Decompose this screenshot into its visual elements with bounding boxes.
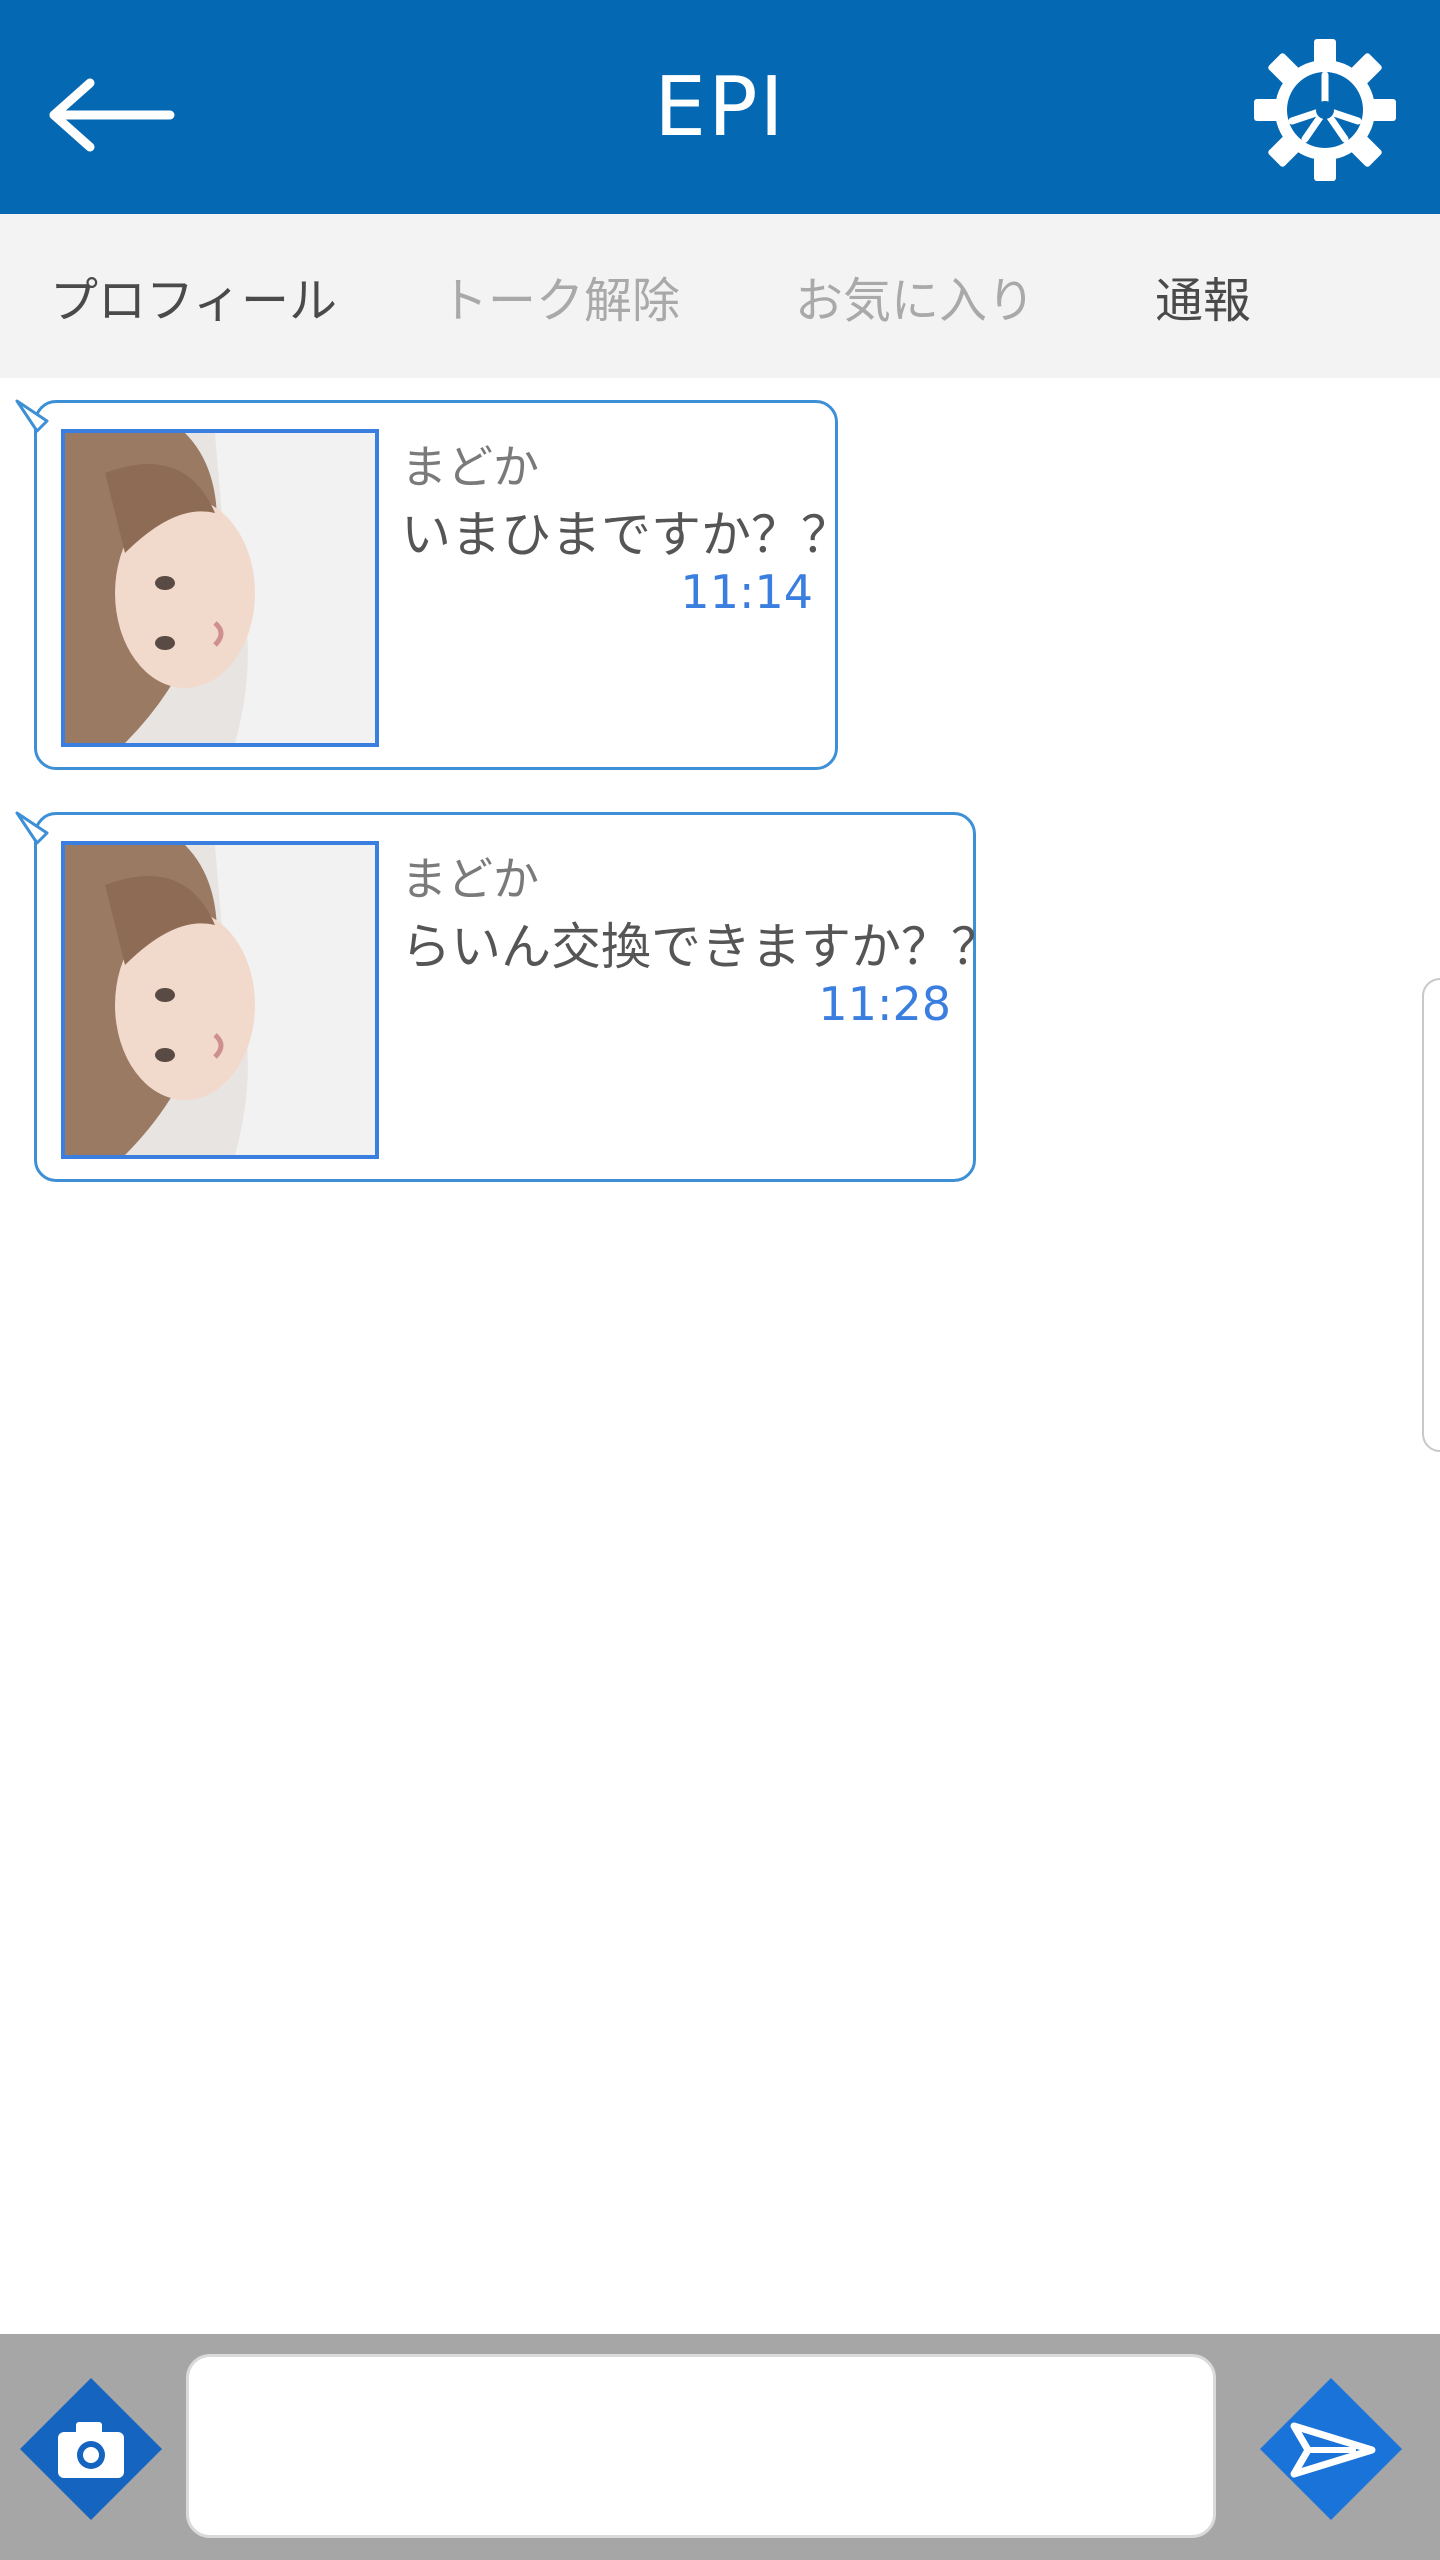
bubble-tail bbox=[15, 811, 49, 845]
message-bubble: まどか いまひまですか？？ 11:14 bbox=[15, 399, 851, 770]
bubble-tail bbox=[15, 399, 49, 433]
send-button[interactable] bbox=[1256, 2374, 1406, 2524]
back-button[interactable] bbox=[30, 60, 190, 170]
tab-report[interactable]: 通報 bbox=[1155, 214, 1251, 378]
side-drawer-handle[interactable] bbox=[1422, 978, 1440, 1452]
avatar-photo bbox=[65, 433, 375, 743]
message-sender: まどか bbox=[401, 440, 539, 494]
camera-icon bbox=[20, 2378, 162, 2520]
message-bubble: まどか らいん交換できますか？？ 11:28 bbox=[15, 811, 1001, 1182]
message-sender: まどか bbox=[401, 852, 539, 906]
avatar[interactable] bbox=[61, 841, 379, 1159]
message-text: いまひまですか？？ bbox=[401, 506, 851, 564]
settings-button[interactable] bbox=[1250, 35, 1400, 185]
message-time: 11:14 bbox=[680, 565, 813, 619]
tab-end-talk[interactable]: トーク解除 bbox=[440, 214, 680, 378]
arrow-left-icon bbox=[49, 78, 175, 152]
app-header: EPI bbox=[0, 0, 1440, 214]
message-text: らいん交換できますか？？ bbox=[401, 918, 1001, 976]
chat-area: まどか いまひまですか？？ 11:14 まどか らいん交換できますか？？ 11:… bbox=[0, 378, 1440, 2334]
message-time: 11:28 bbox=[818, 977, 951, 1031]
page-title: EPI bbox=[654, 59, 786, 155]
avatar[interactable] bbox=[61, 429, 379, 747]
tab-profile[interactable]: プロフィール bbox=[50, 214, 337, 378]
message-input[interactable] bbox=[186, 2354, 1216, 2538]
send-icon bbox=[1260, 2378, 1402, 2520]
avatar-photo bbox=[65, 845, 375, 1155]
tab-bar: プロフィール トーク解除 お気に入り 通報 bbox=[0, 214, 1440, 378]
message-composer bbox=[0, 2334, 1440, 2560]
camera-button[interactable] bbox=[16, 2374, 166, 2524]
gear-icon bbox=[1254, 39, 1396, 181]
tab-favorite[interactable]: お気に入り bbox=[795, 214, 1035, 378]
